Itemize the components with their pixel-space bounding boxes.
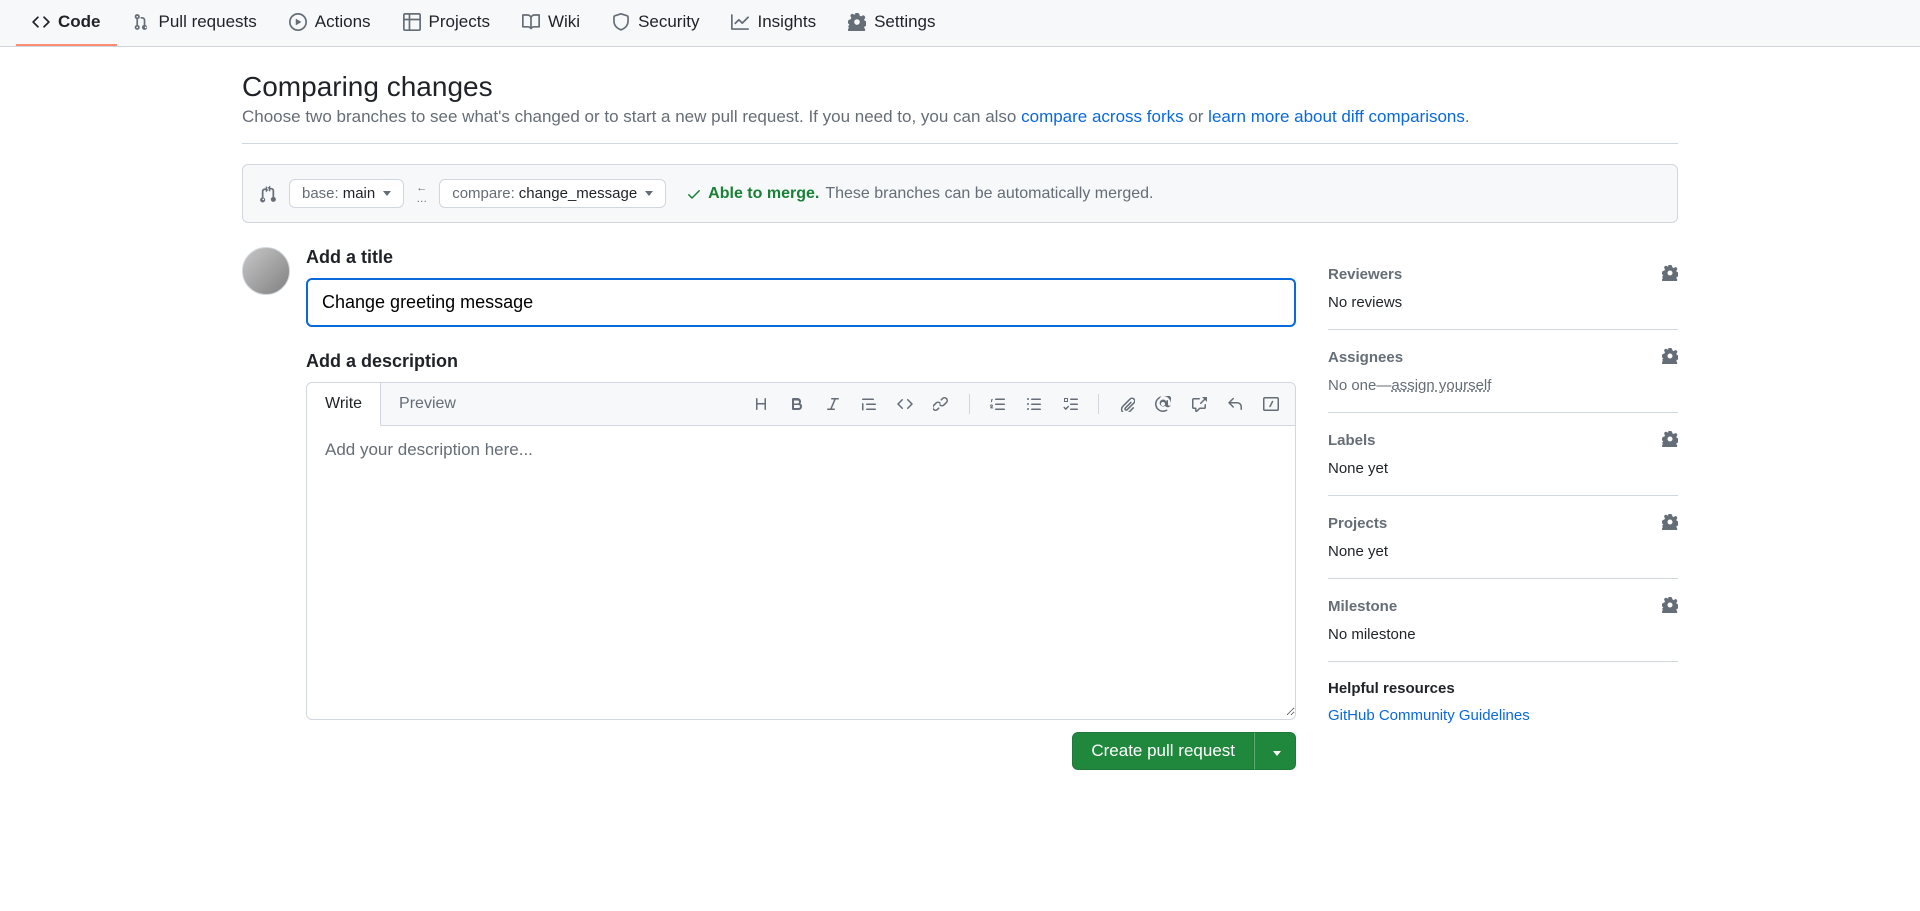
description-textarea[interactable] xyxy=(307,426,1295,716)
labels-title: Labels xyxy=(1328,432,1376,449)
assignees-gear[interactable] xyxy=(1662,348,1678,367)
nav-label: Insights xyxy=(757,12,816,32)
code-icon xyxy=(32,13,50,31)
task-list-button[interactable] xyxy=(1054,388,1086,420)
cross-reference-button[interactable] xyxy=(1183,388,1215,420)
milestone-value: No milestone xyxy=(1328,626,1678,643)
helpful-title: Helpful resources xyxy=(1328,680,1678,697)
compare-across-forks-link[interactable]: compare across forks xyxy=(1021,107,1184,126)
caret-down-icon xyxy=(383,191,391,196)
page-title: Comparing changes xyxy=(242,71,1678,103)
labels-gear[interactable] xyxy=(1662,431,1678,450)
milestone-gear[interactable] xyxy=(1662,597,1678,616)
labels-value: None yet xyxy=(1328,460,1678,477)
nav-tab-actions[interactable]: Actions xyxy=(273,0,387,46)
nav-label: Code xyxy=(58,12,101,32)
nav-tab-projects[interactable]: Projects xyxy=(387,0,506,46)
nav-label: Projects xyxy=(429,12,490,32)
assign-yourself-link[interactable]: assign yourself xyxy=(1391,377,1491,394)
page-subtitle: Choose two branches to see what's change… xyxy=(242,107,1678,127)
milestone-title: Milestone xyxy=(1328,598,1397,615)
link-button[interactable] xyxy=(925,388,957,420)
unordered-list-button[interactable] xyxy=(1018,388,1050,420)
description-label: Add a description xyxy=(306,351,1296,372)
shield-icon xyxy=(612,13,630,31)
sidebar: Reviewers No reviews Assignees No one—as… xyxy=(1328,247,1678,742)
markdown-toolbar xyxy=(745,388,1295,420)
nav-tab-pull-requests[interactable]: Pull requests xyxy=(117,0,273,46)
mention-button[interactable] xyxy=(1147,388,1179,420)
community-guidelines-link[interactable]: GitHub Community Guidelines xyxy=(1328,707,1530,724)
title-label: Add a title xyxy=(306,247,1296,268)
repo-nav: Code Pull requests Actions Projects Wiki… xyxy=(0,0,1920,47)
nav-label: Security xyxy=(638,12,699,32)
nav-tab-insights[interactable]: Insights xyxy=(715,0,832,46)
tab-preview[interactable]: Preview xyxy=(381,383,474,425)
git-pull-request-icon xyxy=(133,13,151,31)
create-pull-request-button[interactable]: Create pull request xyxy=(1072,732,1254,770)
slash-button[interactable] xyxy=(1255,388,1287,420)
attach-button[interactable] xyxy=(1111,388,1143,420)
nav-label: Pull requests xyxy=(159,12,257,32)
range-editor: base: main ←… compare: change_message Ab… xyxy=(242,164,1678,223)
nav-label: Actions xyxy=(315,12,371,32)
projects-title: Projects xyxy=(1328,515,1387,532)
learn-more-link[interactable]: learn more about diff comparisons xyxy=(1208,107,1465,126)
reply-button[interactable] xyxy=(1219,388,1251,420)
italic-button[interactable] xyxy=(817,388,849,420)
gear-icon xyxy=(1662,597,1678,613)
gear-icon xyxy=(1662,514,1678,530)
graph-icon xyxy=(731,13,749,31)
book-icon xyxy=(522,13,540,31)
quote-button[interactable] xyxy=(853,388,885,420)
play-icon xyxy=(289,13,307,31)
check-icon xyxy=(686,186,702,202)
caret-down-icon xyxy=(645,191,653,196)
compare-branch-selector[interactable]: compare: change_message xyxy=(439,179,666,208)
nav-tab-wiki[interactable]: Wiki xyxy=(506,0,596,46)
gear-icon xyxy=(1662,265,1678,281)
base-branch-selector[interactable]: base: main xyxy=(289,179,404,208)
reviewers-gear[interactable] xyxy=(1662,265,1678,284)
gear-icon xyxy=(1662,431,1678,447)
title-input[interactable] xyxy=(306,278,1296,327)
assignees-title: Assignees xyxy=(1328,349,1403,366)
tab-write[interactable]: Write xyxy=(307,383,381,426)
nav-tab-settings[interactable]: Settings xyxy=(832,0,951,46)
heading-button[interactable] xyxy=(745,388,777,420)
merge-status: Able to merge. These branches can be aut… xyxy=(686,185,1153,203)
description-editor: Write Preview xyxy=(306,382,1296,720)
code-button[interactable] xyxy=(889,388,921,420)
reviewers-title: Reviewers xyxy=(1328,266,1402,283)
nav-tab-security[interactable]: Security xyxy=(596,0,715,46)
nav-label: Settings xyxy=(874,12,935,32)
projects-value: None yet xyxy=(1328,543,1678,560)
git-compare-icon xyxy=(259,185,277,203)
assignees-value: No one—assign yourself xyxy=(1328,377,1678,394)
nav-tab-code[interactable]: Code xyxy=(16,0,117,46)
ordered-list-button[interactable] xyxy=(982,388,1014,420)
gear-icon xyxy=(1662,348,1678,364)
gear-icon xyxy=(848,13,866,31)
projects-gear[interactable] xyxy=(1662,514,1678,533)
table-icon xyxy=(403,13,421,31)
nav-label: Wiki xyxy=(548,12,580,32)
bold-button[interactable] xyxy=(781,388,813,420)
user-avatar[interactable] xyxy=(242,247,290,295)
arrow-left-icon: ←… xyxy=(416,183,427,205)
caret-down-icon xyxy=(1273,751,1281,756)
create-pull-request-dropdown[interactable] xyxy=(1254,732,1296,770)
divider xyxy=(242,143,1678,144)
reviewers-value: No reviews xyxy=(1328,294,1678,311)
